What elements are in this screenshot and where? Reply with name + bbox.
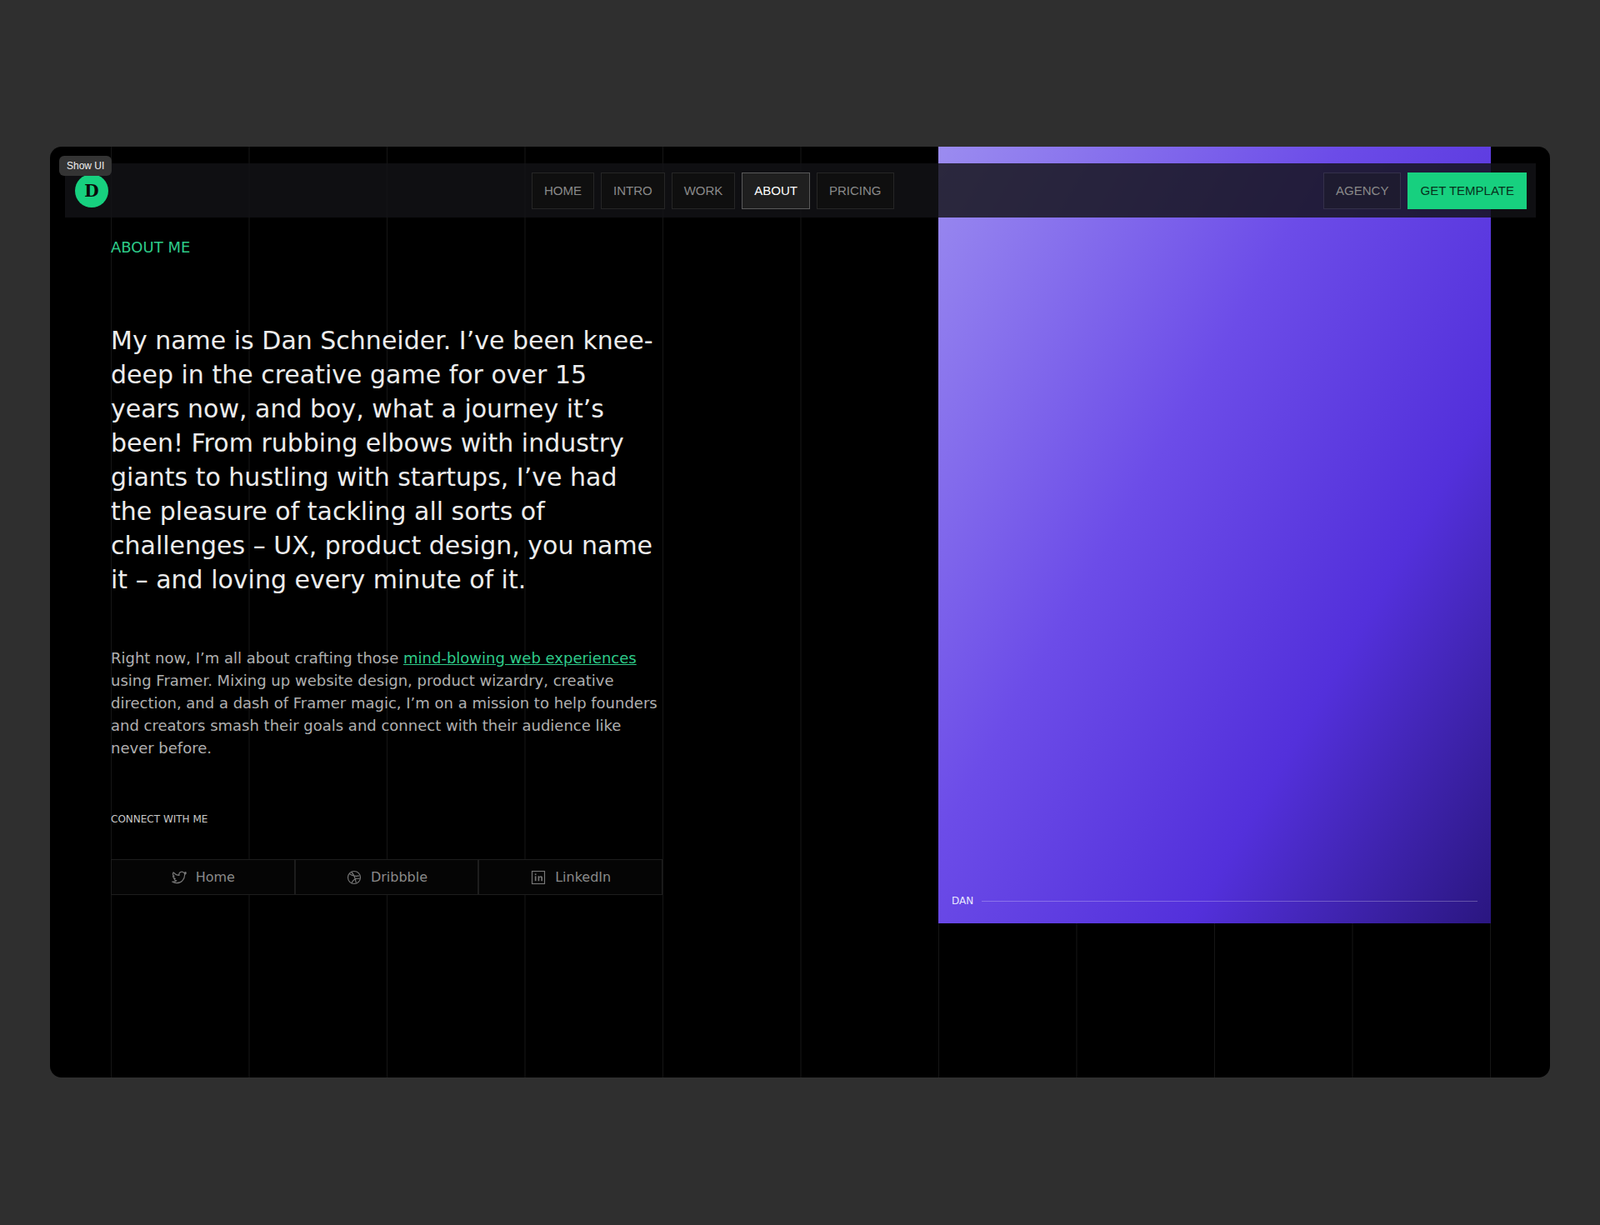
nav-tab[interactable]: INTRO	[600, 172, 665, 210]
dribbble-icon	[345, 869, 363, 886]
section-label: ABOUT ME	[110, 238, 663, 257]
about-section: ABOUT ME My name is Dan Schneider. I’ve b…	[50, 146, 1550, 924]
nav-tab[interactable]: WORK	[671, 172, 736, 210]
show-ui-tooltip[interactable]: Show UI	[59, 155, 112, 176]
caption-line	[981, 900, 1478, 902]
nav-tab[interactable]: HOME	[531, 172, 595, 210]
work-link[interactable]: mind-blowing web experiences	[403, 649, 637, 667]
site-frame: ABOUT ME My name is Dan Schneider. I’ve b…	[50, 146, 1550, 1078]
get-template-button[interactable]: GET TEMPLATE	[1407, 172, 1527, 210]
social-links: HomeDribbbleLinkedIn	[110, 859, 663, 895]
social-button[interactable]: Dribbble	[295, 859, 480, 895]
connect-label: CONNECT WITH ME	[110, 812, 663, 826]
linkedin-icon	[530, 869, 547, 886]
about-column: ABOUT ME My name is Dan Schneider. I’ve b…	[110, 146, 663, 895]
social-button[interactable]: Home	[110, 859, 295, 895]
nav-tab[interactable]: ABOUT	[741, 172, 810, 210]
nav-tab[interactable]: PRICING	[816, 172, 895, 210]
nav-actions: AGENCYGET TEMPLATE	[1323, 172, 1527, 210]
nav-bar: D HOMEINTROWORKABOUTPRICING AGENCYGET TEMP…	[65, 163, 1536, 218]
social-button[interactable]: LinkedIn	[478, 859, 663, 895]
page: ABOUT ME My name is Dan Schneider. I’ve b…	[0, 0, 1600, 1225]
photo-caption: DAN	[951, 895, 1478, 907]
portrait-photo: DAN	[938, 146, 1491, 924]
intro-text: My name is Dan Schneider. I’ve been knee…	[110, 323, 663, 597]
twitter-icon	[170, 869, 188, 886]
body-text: Right now, I’m all about crafting those …	[110, 646, 663, 760]
agency-button[interactable]: AGENCY	[1323, 172, 1401, 210]
logo[interactable]: D	[75, 174, 109, 208]
nav-tabs: HOMEINTROWORKABOUTPRICING	[531, 172, 895, 210]
